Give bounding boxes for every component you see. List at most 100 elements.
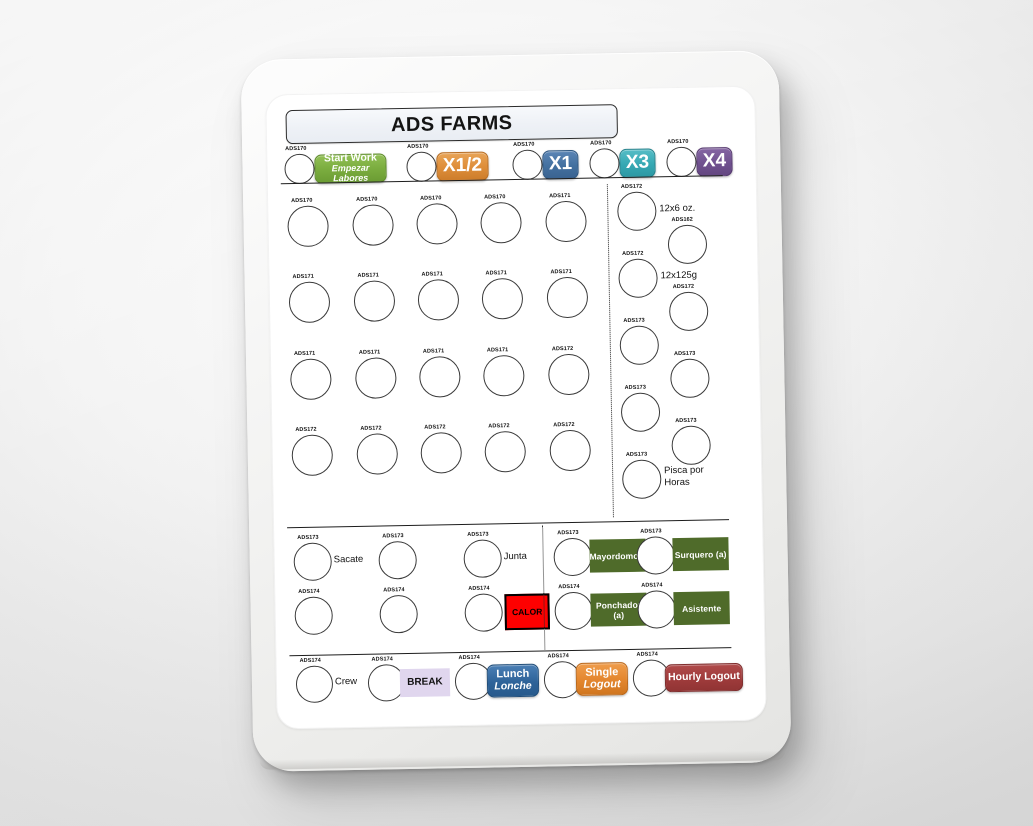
rightcol-code-6: ADS173 (624, 384, 647, 392)
divider-middle (287, 519, 730, 529)
bottom-button-hourly-logout[interactable]: Hourly Logout (664, 662, 744, 692)
role-button-asistente[interactable]: Asistente (673, 591, 730, 626)
grid-circle-r0-c1[interactable] (352, 204, 394, 246)
grid-code-r0-c4: ADS171 (549, 192, 571, 200)
rightcol-circle-5[interactable] (670, 357, 710, 398)
top-row-button-x1[interactable]: X1 (542, 149, 579, 180)
rightcol-circle-3[interactable] (668, 290, 709, 331)
grid-circle-r1-c3[interactable] (481, 277, 524, 320)
logout-row: ADS174 Crew ADS174 BREAK ADS174 Lunch Lonche AD… (277, 98, 744, 704)
grid-circle-r0-c4[interactable] (545, 200, 587, 243)
top-row-code-1: ADS170 (407, 143, 429, 150)
grid-circle-r3-c3[interactable] (484, 430, 527, 473)
top-row-circle-1[interactable] (406, 151, 437, 182)
grid-code-r0-c3: ADS170 (484, 194, 506, 201)
task-code-1: ADS173 (382, 533, 404, 540)
button-sublabel: Lonche (494, 679, 532, 693)
grid-circle-r3-c2[interactable] (420, 432, 463, 474)
rightcol-circle-1[interactable] (667, 223, 708, 264)
rightcol-circle-8[interactable] (621, 459, 662, 500)
task-code-2: ADS173 (467, 531, 489, 538)
task-caption-2: Junta (503, 550, 528, 563)
grid-code-r3-c0: ADS172 (295, 426, 317, 434)
task-code-0: ADS173 (297, 534, 319, 542)
bottom-button-break[interactable]: BREAK (399, 667, 451, 697)
role-code-2: ADS174 (558, 583, 580, 591)
grid-code-r1-c4: ADS171 (550, 268, 572, 276)
rightcol-caption-8: Pisca por Horas (664, 464, 704, 489)
grid-circle-r1-c0[interactable] (288, 281, 331, 324)
task-circle-1[interactable] (378, 540, 418, 580)
grid-code-r2-c0: ADS171 (293, 350, 316, 358)
role-circle-3[interactable] (637, 590, 677, 629)
task-code-3: ADS174 (298, 588, 320, 596)
task-circle-3[interactable] (294, 596, 334, 636)
grid-circle-r3-c1[interactable] (356, 433, 399, 475)
grid-circle-r1-c4[interactable] (546, 276, 589, 319)
rightcol-circle-0[interactable] (617, 191, 657, 232)
grid-circle-r2-c3[interactable] (482, 354, 525, 397)
top-row-button-x1-2[interactable]: X1/2 (436, 151, 489, 182)
role-code-0: ADS173 (557, 529, 579, 537)
task-circle-4[interactable] (379, 594, 419, 634)
grid-circle-r3-c4[interactable] (549, 429, 592, 472)
rightcol-circle-2[interactable] (618, 258, 658, 299)
bottom-circle-0[interactable] (295, 665, 334, 704)
grid-code-r2-c2: ADS171 (422, 348, 445, 355)
timeclock-app-page: ADS FARMS ADS170 Start Work Empezar Labore… (277, 98, 754, 719)
grid-circle-r2-c1[interactable] (355, 357, 397, 399)
rightcol-circle-4[interactable] (619, 325, 660, 366)
task-code-5: ADS174 (468, 585, 490, 592)
bottom-button-single[interactable]: Single Logout (575, 661, 629, 696)
rightcol-code-7: ADS173 (675, 417, 697, 424)
rightcol-circle-7[interactable] (671, 424, 712, 465)
grid-code-r0-c1: ADS170 (356, 196, 378, 203)
grid-circle-r2-c2[interactable] (418, 356, 461, 398)
button-label: X1/2 (442, 154, 483, 177)
grid-circle-r1-c1[interactable] (353, 280, 396, 322)
rightcol-code-2: ADS172 (622, 250, 644, 258)
top-row-code-2: ADS170 (513, 141, 535, 149)
grid-circle-r0-c3[interactable] (480, 201, 522, 244)
role-circle-2[interactable] (554, 591, 594, 631)
task-circle-2[interactable] (463, 539, 503, 578)
rightcol-code-0: ADS172 (620, 183, 643, 191)
bottom-button-lunch[interactable]: Lunch Lonche (486, 663, 540, 698)
top-row-circle-4[interactable] (666, 146, 697, 178)
grid-code-r2-c4: ADS172 (551, 345, 574, 353)
grid-code-r3-c2: ADS172 (424, 424, 446, 431)
button-label: Asistente (681, 602, 722, 614)
tablet-screen: ADS FARMS ADS170 Start Work Empezar Labore… (265, 85, 767, 730)
grid-circle-r1-c2[interactable] (417, 279, 460, 321)
task-circle-5[interactable] (464, 593, 504, 632)
top-row-circle-0[interactable] (284, 153, 315, 185)
top-row-circle-2[interactable] (512, 149, 543, 181)
grid-circle-r0-c2[interactable] (416, 203, 458, 245)
grid-code-r0-c2: ADS170 (420, 195, 442, 202)
grid-code-r1-c1: ADS171 (357, 272, 379, 279)
rightcol-circle-6[interactable] (620, 392, 661, 433)
role-circle-0[interactable] (553, 537, 593, 577)
grid-code-r1-c0: ADS171 (292, 273, 314, 281)
top-row-button-x4[interactable]: X4 (696, 146, 733, 177)
grid-circle-r0-c0[interactable] (287, 205, 329, 248)
grid-circle-r2-c0[interactable] (290, 358, 332, 401)
top-row-button-x3[interactable]: X3 (619, 148, 656, 179)
rightcol-caption-2: 12x125g (660, 269, 698, 282)
role-circle-1[interactable] (636, 536, 676, 575)
grid-circle-r3-c0[interactable] (291, 434, 334, 477)
rightcol-code-4: ADS173 (623, 317, 645, 325)
button-label: BREAK (407, 676, 443, 689)
top-row-button-start-work[interactable]: Start Work Empezar Labores (314, 152, 387, 184)
grid-circle-r2-c4[interactable] (547, 353, 590, 396)
task-caption-0: Sacate (333, 553, 364, 566)
task-code-4: ADS174 (383, 587, 405, 594)
grid-code-r3-c3: ADS172 (488, 423, 510, 430)
role-button-surquero-a[interactable]: Surquero (a) (672, 537, 729, 572)
role-code-3: ADS174 (641, 582, 663, 589)
page-title: ADS FARMS (390, 111, 513, 136)
top-row-circle-3[interactable] (589, 148, 620, 179)
rightcol-code-3: ADS172 (672, 283, 695, 290)
task-circle-0[interactable] (293, 542, 333, 582)
rightcol-caption-0: 12x6 oz. (659, 202, 696, 215)
